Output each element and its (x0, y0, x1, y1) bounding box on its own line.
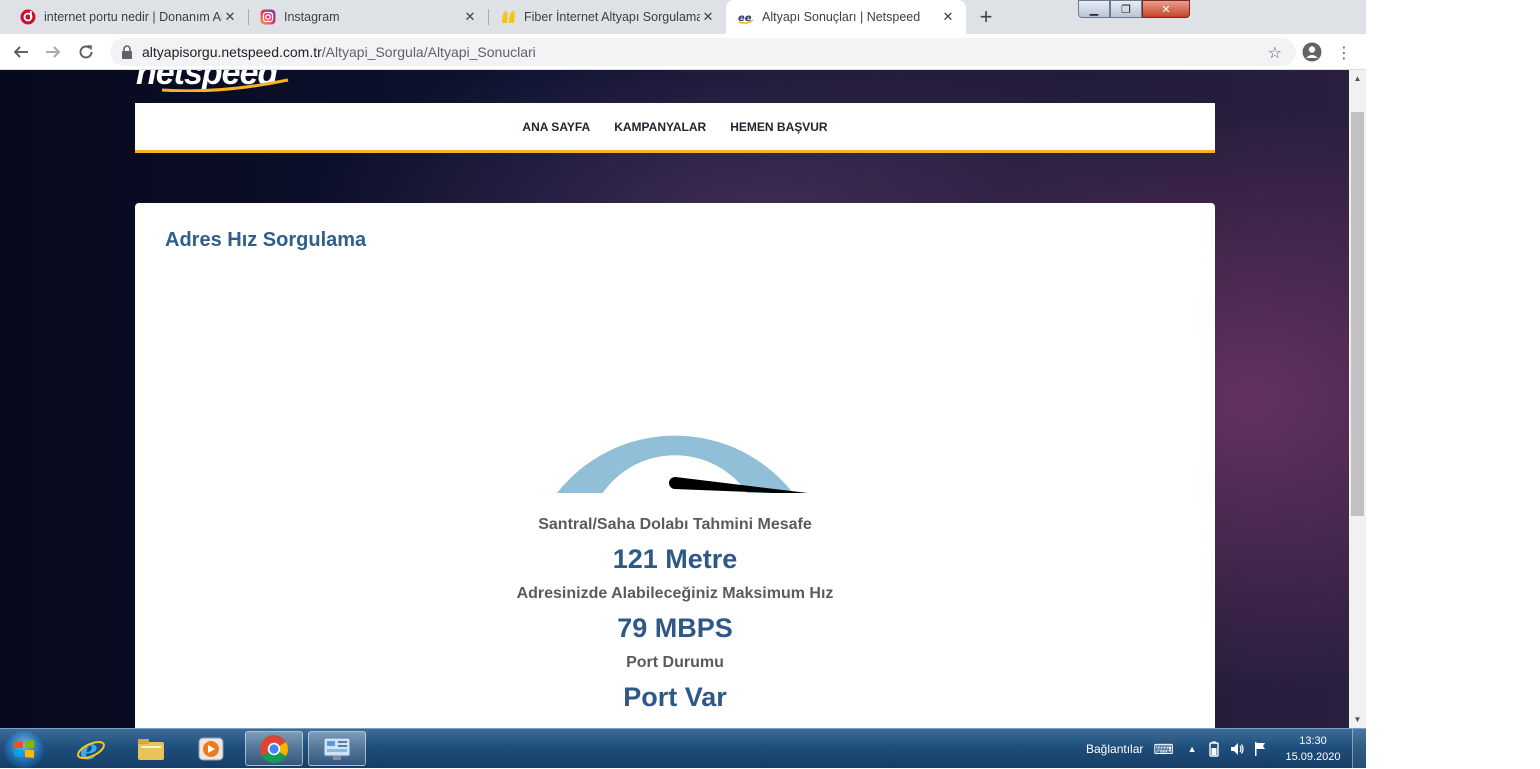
taskbar-control-panel[interactable] (308, 731, 366, 766)
donanimarsivi-icon (20, 9, 36, 25)
address-bar[interactable]: altyapisorgu.netspeed.com.tr/Altyapi_Sor… (110, 38, 1296, 66)
battery-icon[interactable] (1207, 741, 1221, 757)
url-text: altyapisorgu.netspeed.com.tr/Altyapi_Sor… (142, 44, 536, 60)
volume-icon[interactable] (1229, 741, 1245, 757)
start-button[interactable] (4, 730, 44, 768)
show-desktop-button[interactable] (1352, 729, 1367, 769)
url-host: altyapisorgu.netspeed.com.tr (142, 44, 322, 60)
page-viewport: netspeed ANA SAYFA KAMPANYALAR HEMEN BAŞ… (0, 70, 1349, 728)
clock-date: 15.09.2020 (1285, 751, 1341, 763)
tab-title: Instagram (284, 10, 340, 24)
tab-donanim[interactable]: internet portu nedir | Donanım Arşivi ✕ (8, 0, 248, 34)
tab-title: Fiber İnternet Altyapı Sorgulama (524, 10, 700, 24)
action-center-flag-icon[interactable] (1253, 741, 1267, 757)
page-scrollbar[interactable]: ▲ ▼ (1349, 70, 1366, 728)
tab-title: internet portu nedir | Donanım Arşivi (44, 10, 222, 24)
keyboard-icon[interactable]: ⌨ (1153, 741, 1173, 758)
logo-swoosh-icon (161, 78, 289, 92)
minimize-button[interactable]: ▁ (1078, 0, 1110, 18)
chrome-icon (260, 734, 288, 763)
browser-toolbar: altyapisorgu.netspeed.com.tr/Altyapi_Sor… (0, 34, 1366, 70)
taskbar-media-player[interactable] (182, 731, 240, 766)
profile-avatar-icon[interactable] (1302, 42, 1322, 62)
media-player-icon (198, 737, 224, 760)
close-tab-icon[interactable]: ✕ (222, 9, 238, 25)
forward-button[interactable] (40, 39, 66, 65)
reload-button[interactable] (73, 39, 99, 65)
tab-title: Altyapı Sonuçları | Netspeed (762, 10, 921, 24)
new-tab-button[interactable]: + (972, 4, 1000, 30)
scroll-up-arrow-icon[interactable]: ▲ (1349, 70, 1366, 87)
arrow-right-icon (46, 46, 61, 58)
tab-fiber[interactable]: Fiber İnternet Altyapı Sorgulama ✕ (488, 0, 726, 34)
scroll-down-arrow-icon[interactable]: ▼ (1349, 711, 1366, 728)
results-list: Santral/Saha Dolabı Tahmini Mesafe 121 M… (375, 513, 975, 720)
instagram-icon (260, 9, 276, 25)
tab-strip: internet portu nedir | Donanım Arşivi ✕ … (0, 0, 1366, 34)
nav-ana-sayfa[interactable]: ANA SAYFA (522, 120, 590, 134)
taskbar-chrome[interactable] (245, 731, 303, 766)
result-card: Adres Hız Sorgulama Santral/Saha Dolabı … (135, 203, 1215, 728)
clock-time: 13:30 (1299, 735, 1327, 747)
tab-netspeed[interactable]: ee Altyapı Sonuçları | Netspeed ✕ (726, 0, 966, 34)
internet-explorer-icon: e (77, 734, 105, 764)
browser-menu-icon[interactable]: ⋮ (1336, 43, 1352, 63)
tab-instagram[interactable]: Instagram ✕ (248, 0, 488, 34)
folder-icon (138, 738, 164, 760)
gauge-hub (669, 477, 681, 489)
reload-icon (79, 45, 93, 59)
url-path: /Altyapi_Sorgula/Altyapi_Sonuclari (321, 44, 536, 60)
empty-desktop-area (1366, 0, 1540, 768)
control-panel-icon (323, 737, 351, 760)
speed-gauge (557, 435, 808, 493)
nav-kampanyalar[interactable]: KAMPANYALAR (614, 120, 706, 134)
taskbar-clock[interactable]: 13:30 15.09.2020 (1280, 733, 1346, 765)
back-button[interactable] (8, 39, 34, 65)
close-tab-icon[interactable]: ✕ (940, 9, 956, 25)
close-tab-icon[interactable]: ✕ (462, 9, 478, 25)
taskbar-ie[interactable]: e (62, 731, 120, 766)
scrollbar-thumb[interactable] (1351, 112, 1364, 516)
close-window-button[interactable]: ✕ (1142, 0, 1190, 18)
max-speed-label: Adresinizde Alabileceğiniz Maksimum Hız (516, 585, 834, 602)
window-controls: ▁ ❐ ✕ (1078, 0, 1190, 18)
netspeed-icon: ee (738, 9, 754, 25)
windows-taskbar: e Bağlantılar ⌨ ▲ 13:30 15.09.2020 (0, 728, 1367, 769)
arrow-left-icon (13, 46, 28, 58)
max-speed-value: 79 MBPS (617, 613, 733, 643)
system-tray: Bağlantılar ⌨ ▲ (1086, 729, 1267, 769)
card-title: Adres Hız Sorgulama (165, 229, 367, 251)
windows-logo-icon (14, 740, 34, 758)
port-status-label: Port Durumu (626, 654, 724, 671)
links-toolbar-label[interactable]: Bağlantılar (1086, 742, 1143, 756)
nav-hemen-basvur[interactable]: HEMEN BAŞVUR (730, 120, 827, 134)
port-status-value: Port Var (623, 682, 727, 712)
lock-icon[interactable] (120, 45, 134, 59)
maximize-button[interactable]: ❐ (1110, 0, 1142, 18)
distance-value: 121 Metre (612, 544, 738, 574)
bookmark-star-icon[interactable]: ☆ (1268, 43, 1282, 63)
taskbar-explorer[interactable] (122, 731, 180, 766)
fiber-icon (500, 9, 516, 25)
close-tab-icon[interactable]: ✕ (700, 9, 716, 25)
main-nav: ANA SAYFA KAMPANYALAR HEMEN BAŞVUR (135, 103, 1215, 153)
tray-expand-icon[interactable]: ▲ (1188, 744, 1197, 754)
distance-label: Santral/Saha Dolabı Tahmini Mesafe (538, 516, 812, 533)
